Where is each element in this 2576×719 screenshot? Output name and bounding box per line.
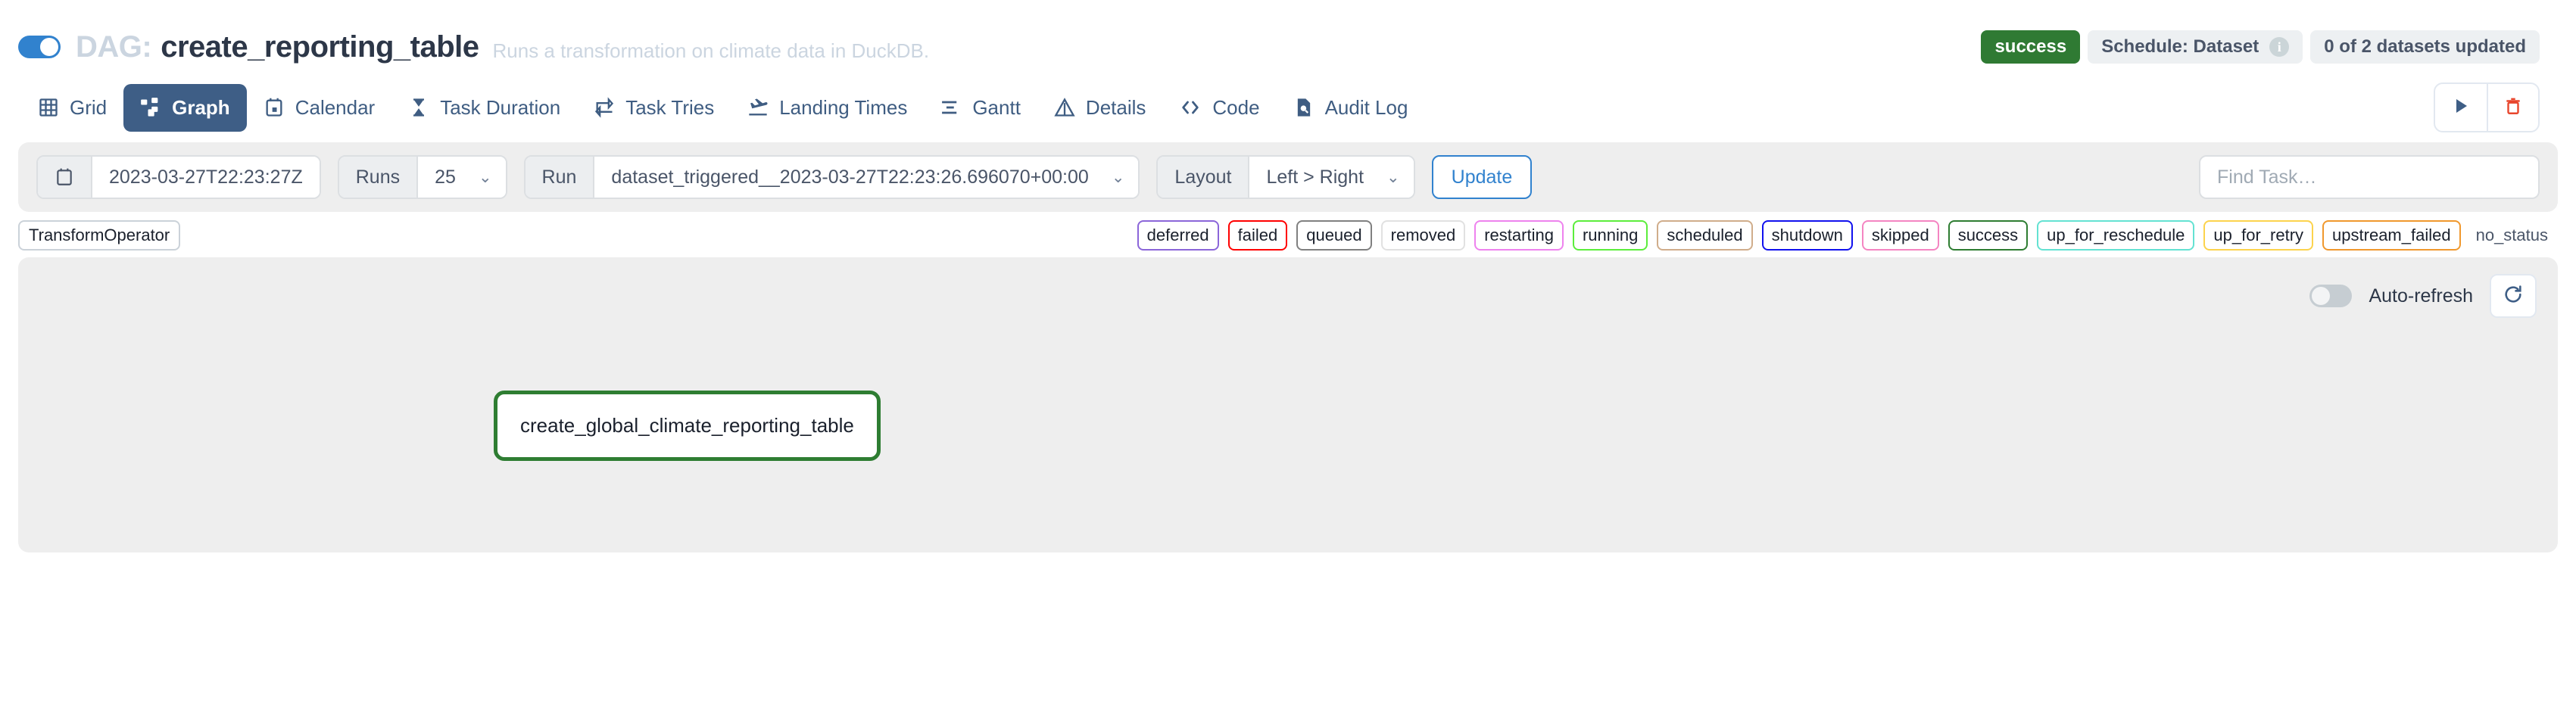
state-deferred[interactable]: deferred: [1137, 220, 1219, 251]
dag-view-tabs: Grid Graph Calendar Task Duration Task T…: [0, 73, 2576, 142]
tab-details-label: Details: [1085, 95, 1146, 119]
schedule-badge-label: Schedule: Dataset: [2101, 36, 2259, 58]
task-node-label: create_global_climate_reporting_table: [520, 414, 854, 437]
update-button[interactable]: Update: [1431, 155, 1533, 199]
layout-select[interactable]: Layout Left > Right ⌄: [1156, 155, 1415, 199]
tab-code-label: Code: [1212, 95, 1260, 119]
info-icon[interactable]: i: [2269, 37, 2290, 57]
run-value-text: dataset_triggered__2023-03-27T22:23:26.6…: [611, 166, 1089, 188]
layout-value[interactable]: Left > Right ⌄: [1249, 157, 1414, 198]
legend-bar: TransformOperator deferred failed queued…: [0, 212, 2576, 257]
execution-date-value[interactable]: 2023-03-27T22:23:27Z: [92, 157, 320, 198]
layout-value-text: Left > Right: [1266, 166, 1364, 188]
tab-task-tries-label: Task Tries: [625, 95, 715, 119]
graph-icon: [140, 97, 161, 118]
state-running[interactable]: running: [1572, 220, 1648, 251]
trash-icon: [2503, 96, 2523, 120]
state-upstream-failed[interactable]: upstream_failed: [2322, 220, 2461, 251]
state-scheduled[interactable]: scheduled: [1657, 220, 1753, 251]
graph-canvas-tools: Auto-refresh: [2309, 274, 2537, 318]
tab-landing-times-label: Landing Times: [779, 95, 908, 119]
state-restarting[interactable]: restarting: [1474, 220, 1564, 251]
task-node-create-global-climate-reporting-table[interactable]: create_global_climate_reporting_table: [494, 391, 881, 461]
runs-label: Runs: [338, 157, 419, 198]
refresh-icon: [2503, 284, 2524, 309]
dag-action-buttons: [2434, 82, 2540, 132]
tab-calendar-label: Calendar: [295, 95, 376, 119]
auto-refresh-label: Auto-refresh: [2369, 285, 2473, 307]
hourglass-icon: [408, 97, 429, 118]
tab-audit-log[interactable]: Audit Log: [1277, 84, 1425, 132]
alert-triangle-icon: [1054, 97, 1075, 118]
state-no-status[interactable]: no_status: [2469, 220, 2558, 251]
auto-refresh-toggle[interactable]: [2309, 285, 2353, 307]
delete-dag-button[interactable]: [2487, 84, 2538, 131]
state-removed[interactable]: removed: [1380, 220, 1466, 251]
retry-icon: [594, 97, 615, 118]
tab-grid-label: Grid: [70, 95, 108, 119]
graph-canvas[interactable]: Auto-refresh create_global_climate_repor…: [18, 257, 2558, 552]
tab-calendar[interactable]: Calendar: [247, 84, 392, 132]
tab-graph[interactable]: Graph: [123, 83, 247, 132]
run-value[interactable]: dataset_triggered__2023-03-27T22:23:26.6…: [594, 157, 1139, 198]
state-shutdown[interactable]: shutdown: [1761, 220, 1853, 251]
find-task-box[interactable]: [2199, 155, 2540, 199]
dag-label: DAG:: [76, 30, 152, 64]
dag-description: Runs a transformation on climate data in…: [492, 39, 930, 62]
dag-header: DAG: create_reporting_table Runs a trans…: [0, 0, 2576, 73]
operator-badge[interactable]: TransformOperator: [18, 220, 181, 251]
layout-label: Layout: [1158, 157, 1250, 198]
datasets-updated-badge[interactable]: 0 of 2 datasets updated: [2310, 30, 2540, 64]
search-input[interactable]: [2217, 166, 2521, 188]
page-title: create_reporting_table: [161, 30, 479, 64]
task-state-legend: deferred failed queued removed restartin…: [1137, 220, 2558, 251]
schedule-badge[interactable]: Schedule: Dataset i: [2088, 30, 2303, 64]
dag-pause-toggle[interactable]: [18, 36, 61, 58]
trigger-dag-button[interactable]: [2435, 84, 2487, 131]
state-success[interactable]: success: [1948, 220, 2029, 251]
gantt-icon: [940, 97, 962, 118]
tab-details[interactable]: Details: [1037, 84, 1162, 132]
run-label: Run: [525, 157, 595, 198]
chevron-down-icon: ⌄: [478, 168, 492, 186]
tab-gantt-label: Gantt: [972, 95, 1021, 119]
runs-count-text: 25: [435, 166, 456, 188]
play-icon: [2452, 97, 2470, 119]
run-select[interactable]: Run dataset_triggered__2023-03-27T22:23:…: [523, 155, 1140, 199]
chevron-down-icon: ⌄: [1111, 168, 1125, 186]
tab-code[interactable]: Code: [1162, 84, 1276, 132]
audit-log-icon: [1293, 97, 1315, 118]
state-skipped[interactable]: skipped: [1861, 220, 1939, 251]
code-icon: [1179, 97, 1202, 118]
tab-gantt[interactable]: Gantt: [924, 84, 1037, 132]
tab-task-tries[interactable]: Task Tries: [577, 84, 731, 132]
state-up-for-retry[interactable]: up_for_retry: [2203, 220, 2314, 251]
datasets-updated-label: 0 of 2 datasets updated: [2324, 36, 2526, 58]
calendar-icon[interactable]: [38, 157, 92, 198]
grid-icon: [38, 97, 59, 118]
execution-date-picker[interactable]: 2023-03-27T22:23:27Z: [36, 155, 321, 199]
calendar-icon: [264, 97, 285, 118]
tab-task-duration[interactable]: Task Duration: [391, 84, 577, 132]
landing-plane-icon: [747, 97, 769, 118]
tab-graph-label: Graph: [172, 95, 230, 119]
status-badge: success: [1981, 30, 2081, 64]
tab-landing-times[interactable]: Landing Times: [731, 84, 924, 132]
tab-task-duration-label: Task Duration: [440, 95, 561, 119]
refresh-button[interactable]: [2490, 274, 2537, 318]
state-queued[interactable]: queued: [1296, 220, 1372, 251]
state-up-for-reschedule[interactable]: up_for_reschedule: [2037, 220, 2195, 251]
state-failed[interactable]: failed: [1227, 220, 1288, 251]
runs-count-value[interactable]: 25 ⌄: [418, 157, 506, 198]
runs-count-select[interactable]: Runs 25 ⌄: [337, 155, 507, 199]
chevron-down-icon: ⌄: [1386, 168, 1400, 186]
tab-grid[interactable]: Grid: [21, 84, 123, 132]
filter-bar: 2023-03-27T22:23:27Z Runs 25 ⌄ Run datas…: [18, 142, 2558, 212]
tab-audit-log-label: Audit Log: [1324, 95, 1408, 119]
